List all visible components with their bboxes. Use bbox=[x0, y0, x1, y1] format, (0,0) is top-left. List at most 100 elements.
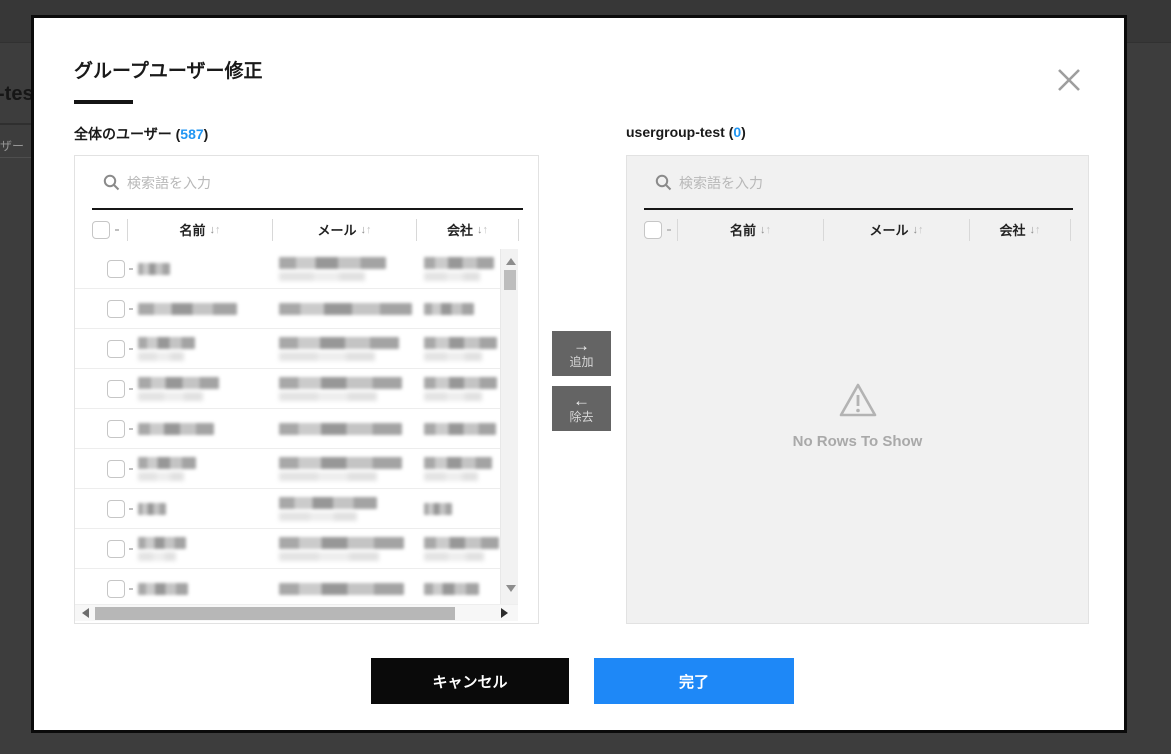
redacted-name-cell bbox=[138, 289, 279, 328]
sort-icon[interactable]: ↓↑ bbox=[361, 224, 372, 236]
scroll-right-arrow-icon[interactable] bbox=[501, 608, 508, 618]
all-users-table-header: 名前 ↓↑ メール ↓↑ 会社 ↓↑ bbox=[75, 211, 538, 248]
row-dash bbox=[129, 588, 133, 590]
row-dash bbox=[129, 348, 133, 350]
scroll-down-arrow-icon[interactable] bbox=[506, 585, 516, 592]
row-checkbox[interactable] bbox=[107, 580, 125, 598]
all-users-search-row bbox=[75, 156, 538, 208]
row-dash bbox=[129, 428, 133, 430]
scroll-left-arrow-icon[interactable] bbox=[82, 608, 89, 618]
redacted-company-cell bbox=[424, 529, 500, 568]
row-dash bbox=[129, 308, 133, 310]
group-users-count: 0 bbox=[733, 124, 741, 140]
row-dash bbox=[129, 268, 133, 270]
horizontal-scrollbar[interactable] bbox=[75, 604, 518, 621]
column-header-company[interactable]: 会社 ↓↑ bbox=[417, 220, 518, 239]
cancel-button[interactable]: キャンセル bbox=[371, 658, 569, 704]
row-dash bbox=[129, 388, 133, 390]
header-dash bbox=[667, 229, 671, 231]
redacted-email-cell bbox=[279, 249, 424, 288]
redacted-email-cell bbox=[279, 329, 424, 368]
group-users-table-header: 名前 ↓↑ メール ↓↑ 会社 ↓↑ bbox=[627, 211, 1088, 248]
row-dash bbox=[129, 548, 133, 550]
column-header-company[interactable]: 会社 ↓↑ bbox=[970, 220, 1070, 239]
column-separator bbox=[518, 219, 519, 241]
row-checkbox[interactable] bbox=[107, 260, 125, 278]
user-row[interactable] bbox=[75, 249, 500, 289]
background-divider bbox=[0, 123, 31, 125]
user-row[interactable] bbox=[75, 529, 500, 569]
group-users-panel: 名前 ↓↑ メール ↓↑ 会社 ↓↑ No bbox=[626, 155, 1089, 624]
row-checkbox[interactable] bbox=[107, 380, 125, 398]
group-users-search-input[interactable] bbox=[679, 166, 1059, 200]
scroll-up-arrow-icon[interactable] bbox=[506, 258, 516, 265]
sort-icon[interactable]: ↓↑ bbox=[760, 224, 771, 236]
row-checkbox[interactable] bbox=[107, 540, 125, 558]
empty-state: No Rows To Show bbox=[627, 248, 1088, 623]
all-users-label: 全体のユーザー (587) bbox=[74, 124, 208, 144]
group-user-edit-dialog: グループユーザー修正 全体のユーザー (587) usergroup-test … bbox=[31, 15, 1127, 733]
group-users-label: usergroup-test (0) bbox=[626, 124, 746, 140]
all-users-count: 587 bbox=[180, 126, 203, 142]
user-row[interactable] bbox=[75, 409, 500, 449]
redacted-company-cell bbox=[424, 289, 500, 328]
user-row[interactable] bbox=[75, 369, 500, 409]
redacted-name-cell bbox=[138, 249, 279, 288]
redacted-name-cell bbox=[138, 369, 279, 408]
row-dash bbox=[129, 468, 133, 470]
arrow-right-icon: → bbox=[573, 337, 590, 354]
redacted-name-cell bbox=[138, 409, 279, 448]
row-checkbox[interactable] bbox=[107, 340, 125, 358]
sort-icon[interactable]: ↓↑ bbox=[913, 224, 924, 236]
select-all-checkbox[interactable] bbox=[644, 221, 662, 239]
row-checkbox[interactable] bbox=[107, 460, 125, 478]
vertical-scroll-thumb[interactable] bbox=[504, 270, 516, 290]
all-users-row-list bbox=[75, 249, 500, 604]
column-header-name[interactable]: 名前 ↓↑ bbox=[678, 220, 823, 239]
column-header-name[interactable]: 名前 ↓↑ bbox=[128, 220, 272, 239]
sort-icon[interactable]: ↓↑ bbox=[477, 224, 488, 236]
column-separator bbox=[1070, 219, 1071, 241]
close-button[interactable] bbox=[1048, 60, 1090, 102]
redacted-name-cell bbox=[138, 569, 279, 604]
user-row[interactable] bbox=[75, 569, 500, 604]
row-checkbox[interactable] bbox=[107, 420, 125, 438]
column-header-email[interactable]: メール ↓↑ bbox=[824, 220, 969, 239]
add-button-label: 追加 bbox=[569, 355, 593, 369]
search-underline bbox=[92, 208, 523, 210]
search-icon bbox=[655, 174, 672, 196]
row-dash bbox=[129, 508, 133, 510]
remove-button-label: 除去 bbox=[569, 410, 593, 424]
row-checkbox[interactable] bbox=[107, 500, 125, 518]
all-users-search-input[interactable] bbox=[127, 166, 507, 200]
redacted-name-cell bbox=[138, 449, 279, 488]
redacted-company-cell bbox=[424, 449, 500, 488]
sort-icon[interactable]: ↓↑ bbox=[210, 224, 221, 236]
redacted-email-cell bbox=[279, 409, 424, 448]
row-checkbox[interactable] bbox=[107, 300, 125, 318]
done-button[interactable]: 完了 bbox=[594, 658, 794, 704]
user-row[interactable] bbox=[75, 289, 500, 329]
empty-state-text: No Rows To Show bbox=[793, 433, 923, 450]
redacted-company-cell bbox=[424, 489, 500, 528]
sort-icon[interactable]: ↓↑ bbox=[1030, 224, 1041, 236]
user-row[interactable] bbox=[75, 329, 500, 369]
remove-users-button[interactable]: ← 除去 bbox=[552, 386, 611, 431]
user-row[interactable] bbox=[75, 489, 500, 529]
column-header-email[interactable]: メール ↓↑ bbox=[273, 220, 416, 239]
select-all-checkbox[interactable] bbox=[92, 221, 110, 239]
redacted-company-cell bbox=[424, 409, 500, 448]
redacted-email-cell bbox=[279, 449, 424, 488]
close-icon bbox=[1053, 64, 1085, 99]
redacted-name-cell bbox=[138, 329, 279, 368]
horizontal-scroll-thumb[interactable] bbox=[95, 607, 455, 620]
redacted-company-cell bbox=[424, 569, 500, 604]
redacted-email-cell bbox=[279, 569, 424, 604]
redacted-email-cell bbox=[279, 489, 424, 528]
redacted-company-cell bbox=[424, 249, 500, 288]
background-page-title-fragment: -tes bbox=[0, 83, 34, 106]
vertical-scrollbar[interactable] bbox=[500, 249, 518, 604]
user-row[interactable] bbox=[75, 449, 500, 489]
redacted-name-cell bbox=[138, 489, 279, 528]
add-users-button[interactable]: → 追加 bbox=[552, 331, 611, 376]
